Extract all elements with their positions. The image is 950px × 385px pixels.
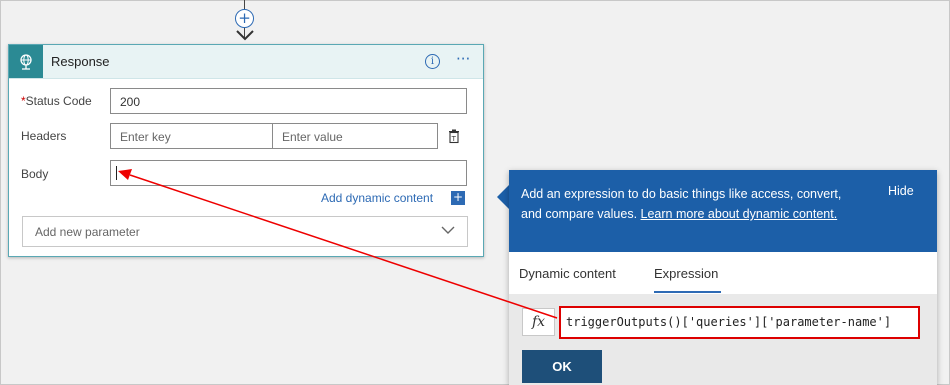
panel-info-banner: Add an expression to do basic things lik… xyxy=(509,170,937,252)
banner-text-block: Add an expression to do basic things lik… xyxy=(521,184,851,224)
status-code-label-text: Status Code xyxy=(25,94,92,108)
chevron-down-icon xyxy=(441,226,455,234)
add-new-parameter-dropdown[interactable]: Add new parameter xyxy=(22,216,468,247)
fx-icon: fx xyxy=(522,308,555,336)
body-input[interactable] xyxy=(110,160,467,186)
add-new-parameter-label: Add new parameter xyxy=(35,225,140,239)
ok-button[interactable]: OK xyxy=(522,350,602,383)
response-action-card: Response i ··· *Status Code 200 Headers … xyxy=(8,44,484,257)
dynamic-content-panel: Add an expression to do basic things lik… xyxy=(509,170,937,385)
info-icon[interactable]: i xyxy=(425,54,440,69)
svg-text:T: T xyxy=(451,135,457,143)
learn-more-link[interactable]: Learn more about dynamic content. xyxy=(641,207,838,221)
more-icon[interactable]: ··· xyxy=(456,50,470,68)
header-key-input[interactable]: Enter key xyxy=(110,123,273,149)
card-header[interactable]: Response i ··· xyxy=(9,45,483,79)
status-code-value: 200 xyxy=(120,95,141,109)
expression-editor-area: fx triggerOutputs()['queries']['paramete… xyxy=(509,294,937,385)
active-tab-indicator xyxy=(654,291,721,293)
status-code-input[interactable]: 200 xyxy=(110,88,467,114)
card-title: Response xyxy=(51,54,110,69)
add-dynamic-content-link[interactable]: Add dynamic content xyxy=(321,191,433,205)
header-value-input[interactable]: Enter value xyxy=(272,123,438,149)
text-cursor xyxy=(116,166,117,180)
plus-square-icon[interactable]: + xyxy=(451,191,465,205)
plus-circle-icon[interactable]: + xyxy=(235,9,254,28)
panel-tabs: Dynamic content Expression xyxy=(509,252,937,294)
header-key-placeholder: Enter key xyxy=(120,130,171,144)
globe-icon xyxy=(9,45,43,78)
arrow-down-icon xyxy=(236,30,254,41)
body-label: Body xyxy=(21,167,49,181)
headers-label: Headers xyxy=(21,129,67,143)
tab-expression[interactable]: Expression xyxy=(654,266,718,281)
panel-pointer xyxy=(497,185,509,209)
hide-button[interactable]: Hide xyxy=(888,184,914,198)
header-value-placeholder: Enter value xyxy=(282,130,343,144)
status-code-label: *Status Code xyxy=(21,94,92,108)
delete-icon[interactable]: T xyxy=(448,129,462,145)
expression-input[interactable]: triggerOutputs()['queries']['parameter-n… xyxy=(559,306,920,339)
tab-dynamic-content[interactable]: Dynamic content xyxy=(519,266,616,281)
